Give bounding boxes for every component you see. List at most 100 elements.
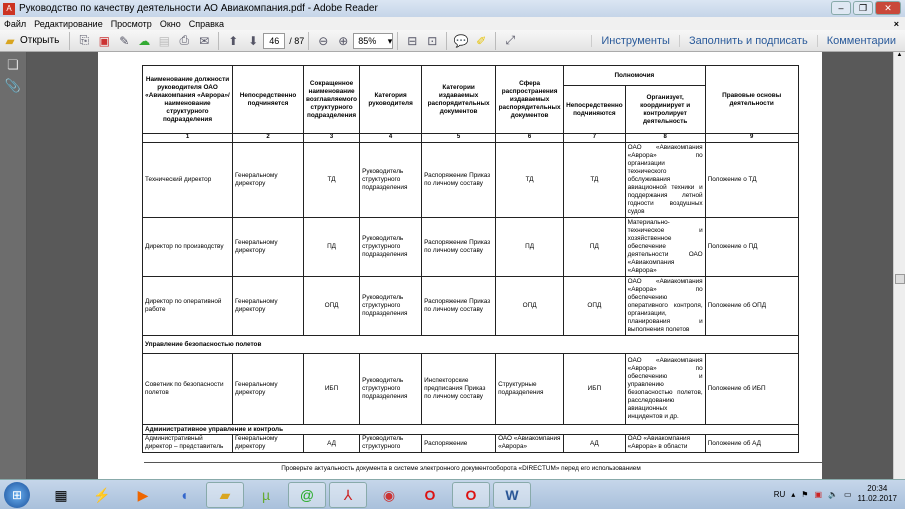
menu-bar: Файл Редактирование Просмотр Окно Справк…: [0, 17, 905, 30]
print-icon[interactable]: ⎙: [175, 32, 193, 50]
header-doc-scope: Сфера распространения издаваемых распоря…: [495, 65, 565, 134]
menu-help[interactable]: Справка: [189, 19, 224, 29]
pages-icon[interactable]: ❏: [0, 57, 26, 73]
flag-icon[interactable]: ⚑: [801, 490, 808, 499]
burner-icon[interactable]: ◉: [370, 482, 408, 508]
cell: Генеральному директору: [232, 217, 304, 277]
email-icon[interactable]: ✉: [195, 32, 213, 50]
page-number-input[interactable]: 46: [263, 32, 286, 49]
attachments-icon[interactable]: 📎: [0, 78, 26, 94]
fit-width-icon[interactable]: ⊡: [423, 32, 441, 50]
header-organizes: Организует, координирует и контролирует …: [624, 85, 706, 134]
volume-app-icon[interactable]: ◖: [165, 482, 203, 508]
tools-tab[interactable]: Инструменты: [591, 35, 679, 47]
upload-cloud-icon[interactable]: ☁: [135, 32, 153, 50]
previous-page-icon[interactable]: ⬆: [224, 32, 242, 50]
cell: Генеральному директору: [232, 276, 304, 336]
speaker-icon[interactable]: 🔈: [828, 490, 838, 499]
page-total: / 87: [289, 35, 305, 46]
cell: ОПД: [302, 276, 361, 336]
cell: ИБП: [563, 353, 626, 425]
fullscreen-icon[interactable]: ⤢: [501, 32, 519, 50]
header-powers: Полномочия: [563, 65, 706, 86]
menu-edit[interactable]: Редактирование: [34, 19, 103, 29]
section-flight-safety: Управление безопасностью полетов: [142, 335, 799, 354]
zoom-in-icon[interactable]: ⊕: [334, 32, 352, 50]
highlight-icon[interactable]: ✐: [472, 32, 490, 50]
zoom-out-icon[interactable]: ⊖: [314, 32, 332, 50]
cell: ОПД: [495, 276, 565, 336]
menu-window[interactable]: Окно: [160, 19, 181, 29]
cell: ОАО «Авиакомпания «Аврора» по обеспечени…: [624, 276, 706, 336]
cell: ПД: [563, 217, 626, 277]
table-row: Административный директор – представител…: [142, 434, 799, 453]
utorrent-icon[interactable]: µ: [247, 482, 285, 508]
edit-icon[interactable]: ✎: [115, 32, 133, 50]
table-row: Директор по оперативной работе Генерально…: [142, 276, 799, 336]
cell: Генеральному директору: [232, 434, 304, 453]
column-number: 9: [704, 133, 799, 143]
cell: ОПД: [563, 276, 626, 336]
header-doc-categories: Категории издаваемых распорядительных до…: [421, 65, 497, 134]
comments-tab[interactable]: Комментарии: [816, 35, 905, 47]
navigation-panel: ❏ 📎: [0, 52, 27, 479]
vertical-scrollbar[interactable]: ▲: [893, 52, 905, 479]
winamp-icon[interactable]: ⚡: [83, 482, 121, 508]
column-number: 2: [232, 133, 304, 143]
opera-icon-2[interactable]: O: [452, 482, 490, 508]
explorer-icon[interactable]: ▰: [206, 482, 244, 508]
minimize-button[interactable]: –: [831, 1, 851, 15]
cell: Руководитель структурного подразделения: [359, 353, 423, 425]
close-button[interactable]: ✕: [875, 1, 901, 15]
close-document-icon[interactable]: ×: [894, 19, 899, 29]
scroll-thumb[interactable]: [895, 274, 905, 284]
create-pdf-icon[interactable]: ⎘: [75, 32, 93, 50]
column-number: 3: [302, 133, 361, 143]
fill-sign-tab[interactable]: Заполнить и подписать: [678, 35, 817, 47]
date: 11.02.2017: [857, 494, 897, 503]
scroll-up-icon[interactable]: ▲: [894, 52, 905, 58]
language-indicator[interactable]: RU: [774, 490, 786, 499]
word-icon[interactable]: W: [493, 482, 531, 508]
menu-view[interactable]: Просмотр: [111, 19, 152, 29]
open-button[interactable]: Открыть: [20, 35, 59, 46]
column-number: 1: [142, 133, 233, 143]
cell: Технический директор: [142, 142, 233, 218]
cell: ОАО «Авиакомпания «Аврора»: [495, 434, 565, 453]
export-pdf-icon[interactable]: ▣: [95, 32, 113, 50]
mail-agent-icon[interactable]: @: [288, 482, 326, 508]
calculator-icon[interactable]: ▦: [42, 482, 80, 508]
restore-button[interactable]: ❐: [853, 1, 873, 15]
next-page-icon[interactable]: ⬇: [244, 32, 262, 50]
fit-page-icon[interactable]: ⊟: [403, 32, 421, 50]
footer-divider: [144, 462, 822, 463]
network-icon[interactable]: ▣: [814, 490, 822, 499]
cell: Руководитель структурного подразделения: [359, 276, 423, 336]
cell: Положение об ИБП: [704, 353, 799, 425]
folder-icon: ▰: [5, 33, 15, 48]
start-button[interactable]: ⊞: [4, 482, 30, 508]
header-category: Категория руководителя: [359, 65, 423, 134]
cell: ПД: [495, 217, 565, 277]
save-icon[interactable]: ▤: [155, 32, 173, 50]
cell: ОАО «Авиакомпания «Аврора» по обеспечени…: [624, 353, 706, 425]
menu-file[interactable]: Файл: [4, 19, 26, 29]
cell: Советник по безопасности полетов: [142, 353, 233, 425]
cell: Генеральному директору: [232, 142, 304, 218]
cell: Административный директор – представител…: [142, 434, 233, 453]
clock[interactable]: 20:34 11.02.2017: [858, 484, 897, 504]
system-tray: RU ▴ ⚑ ▣ 🔈 ▭ 20:34 11.02.2017: [774, 484, 897, 504]
media-player-icon[interactable]: ▶: [124, 482, 162, 508]
comment-icon[interactable]: 💬: [452, 32, 470, 50]
cell: Руководитель структурного подразделения: [359, 142, 423, 218]
pdf-page: Наименование должности руководителя ОАО …: [98, 52, 822, 479]
zoom-value: 85%: [358, 35, 377, 46]
power-icon[interactable]: ▭: [844, 490, 852, 499]
opera-icon[interactable]: O: [411, 482, 449, 508]
cell: Распоряжение Приказ по личному составу: [421, 142, 497, 218]
section-admin: Административное управление и контроль: [142, 424, 799, 435]
adobe-reader-icon[interactable]: ⅄: [329, 482, 367, 508]
time: 20:34: [867, 484, 888, 493]
zoom-select[interactable]: 85% ▾: [353, 32, 394, 49]
show-hidden-icon[interactable]: ▴: [791, 490, 795, 499]
